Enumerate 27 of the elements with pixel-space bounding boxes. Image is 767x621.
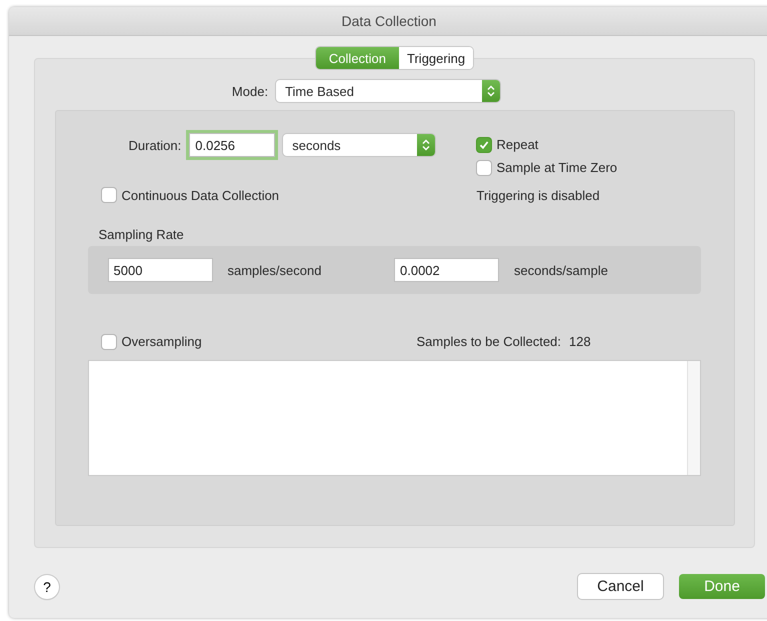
- help-button[interactable]: ?: [35, 574, 59, 598]
- checkbox[interactable]: [102, 334, 116, 348]
- rate-field[interactable]: 5000: [108, 258, 212, 282]
- section-title: Sampling Rate: [98, 227, 184, 242]
- unit-label: seconds/sample: [514, 262, 608, 278]
- dropdown-arrows-icon: [417, 134, 436, 156]
- checkbox[interactable]: [476, 160, 490, 174]
- checkbox-label: Oversampling: [122, 334, 202, 349]
- samples-label: Samples to be Collected:: [416, 334, 562, 349]
- unit-label: samples/second: [228, 262, 322, 278]
- duration-field[interactable]: 0.0256: [189, 133, 276, 157]
- scrollbar[interactable]: [686, 361, 700, 475]
- dropdown-arrows-icon: [482, 80, 500, 102]
- samples-count: 128: [569, 334, 591, 349]
- status-text: Triggering is disabled: [476, 187, 601, 203]
- unit-dropdown[interactable]: seconds: [283, 134, 436, 156]
- cancel-button[interactable]: Cancel: [578, 574, 663, 599]
- checkbox[interactable]: [476, 138, 490, 152]
- mode-dropdown[interactable]: Time Based: [276, 80, 500, 102]
- mode-label: Mode:: [232, 84, 268, 98]
- checkbox-label: Continuous Data Collection: [122, 188, 280, 202]
- duration-label: Duration:: [128, 138, 182, 152]
- checkbox[interactable]: [102, 188, 116, 202]
- rate-field[interactable]: 0.0002: [394, 258, 499, 282]
- window-title: Data Collection: [342, 13, 436, 29]
- checkbox-label: Sample at Time Zero: [496, 160, 618, 175]
- checkbox-label: Repeat: [496, 137, 538, 152]
